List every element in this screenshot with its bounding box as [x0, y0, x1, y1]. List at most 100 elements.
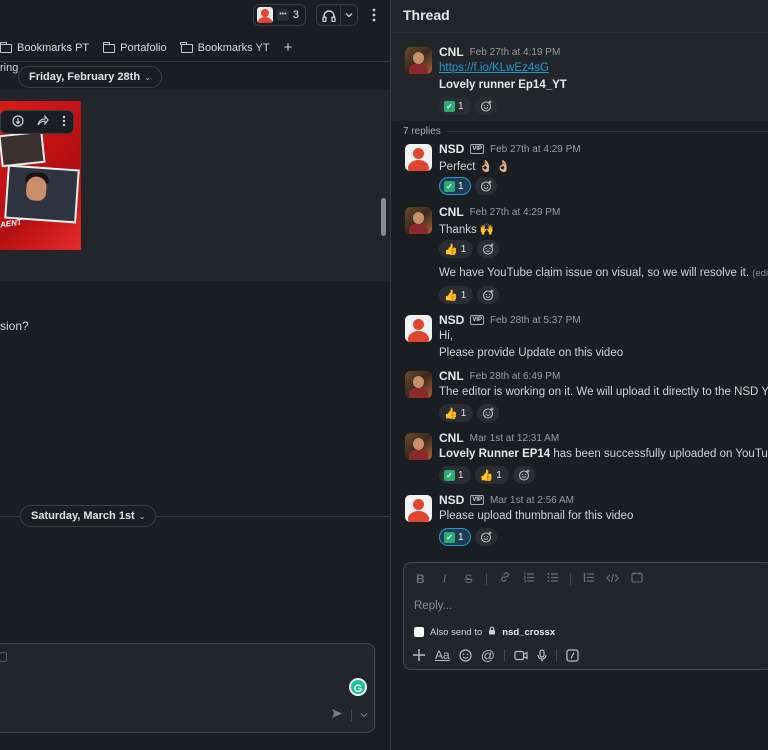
- header-divider: [0, 61, 390, 62]
- mention-icon[interactable]: @: [481, 647, 495, 663]
- reply-input[interactable]: Reply...: [414, 600, 452, 612]
- author-name[interactable]: NSD: [439, 142, 464, 156]
- reaction-thumbs-up[interactable]: 👍 1: [439, 404, 474, 422]
- microphone-icon[interactable]: [537, 647, 547, 663]
- bold-icon[interactable]: B: [414, 572, 427, 586]
- reaction-thumbs-up[interactable]: 👍 1: [439, 286, 474, 304]
- grammarly-icon[interactable]: G: [349, 678, 367, 696]
- bookmark-pt[interactable]: Bookmarks PT: [0, 42, 89, 54]
- reaction-check[interactable]: ✓ 1: [439, 177, 471, 195]
- thumbs-up-icon: 👍: [444, 243, 458, 256]
- edited-label: (edited): [752, 268, 768, 279]
- timestamp[interactable]: Mar 1st at 12:31 AM: [470, 433, 560, 444]
- timestamp[interactable]: Feb 27th at 4:19 PM: [470, 47, 561, 58]
- more-vertical-icon[interactable]: [62, 115, 66, 130]
- more-vertical-icon[interactable]: [368, 5, 380, 25]
- author-name[interactable]: CNL: [439, 45, 464, 59]
- composer-toolbar: Aa @: [412, 647, 579, 663]
- author-name[interactable]: CNL: [439, 369, 464, 383]
- author-name[interactable]: CNL: [439, 431, 464, 445]
- folder-icon: [180, 42, 193, 53]
- headphones-icon[interactable]: [317, 5, 341, 25]
- timestamp[interactable]: Feb 28th at 6:49 PM: [470, 371, 561, 382]
- members-button[interactable]: ••• 3: [252, 4, 306, 26]
- timestamp[interactable]: Feb 27th at 4:29 PM: [470, 207, 561, 218]
- link-icon[interactable]: [498, 571, 511, 586]
- add-reaction-icon[interactable]: [477, 404, 500, 422]
- thumbs-up-icon: 👍: [444, 289, 458, 302]
- plus-icon[interactable]: [412, 647, 426, 663]
- date-divider-mar-1[interactable]: Saturday, March 1st ⌄: [20, 505, 157, 527]
- chevron-down-icon: ⌄: [138, 511, 146, 521]
- add-reaction-icon[interactable]: [474, 528, 497, 546]
- strikethrough-icon[interactable]: S: [462, 572, 475, 586]
- avatar[interactable]: [405, 433, 432, 460]
- share-icon[interactable]: [37, 114, 49, 129]
- timestamp[interactable]: Feb 27th at 4:29 PM: [490, 144, 581, 155]
- avatar[interactable]: [405, 371, 432, 398]
- folder-icon: [102, 42, 116, 53]
- emoji-icon[interactable]: [459, 647, 472, 663]
- bookmarks-bar: Bookmarks PT Portafolio Bookmarks YT +: [0, 40, 292, 56]
- also-send-checkbox[interactable]: [414, 627, 424, 637]
- download-icon[interactable]: [12, 114, 24, 130]
- blockquote-icon[interactable]: [582, 572, 595, 586]
- bulleted-list-icon[interactable]: [546, 572, 559, 586]
- code-icon[interactable]: [606, 572, 619, 586]
- send-icon[interactable]: [331, 708, 343, 722]
- italic-icon[interactable]: I: [438, 571, 451, 586]
- message-composer[interactable]: [0, 643, 375, 733]
- message-header: CNL Feb 28th at 6:49 PM: [439, 369, 560, 383]
- date-divider-feb-28[interactable]: Friday, February 28th ⌄: [18, 66, 162, 88]
- timestamp[interactable]: Feb 28th at 5:37 PM: [490, 315, 581, 326]
- avatar[interactable]: [405, 495, 432, 522]
- reactions: 👍 1: [439, 286, 500, 304]
- reaction-check[interactable]: ✓ 1: [439, 466, 471, 484]
- reaction-check[interactable]: ✓ 1: [439, 528, 471, 546]
- reaction-thumbs-up[interactable]: 👍 1: [474, 466, 509, 484]
- numbered-list-icon[interactable]: [522, 572, 535, 586]
- add-reaction-icon[interactable]: [477, 240, 500, 258]
- timestamp[interactable]: Mar 1st at 2:56 AM: [490, 495, 574, 506]
- avatar[interactable]: [405, 47, 432, 74]
- also-send-option[interactable]: Also send to nsd_crossx: [414, 626, 555, 638]
- formatting-toggle-icon[interactable]: Aa: [435, 647, 450, 663]
- vip-badge-icon: VIP: [470, 495, 485, 505]
- thumbnail-photo-2: [4, 164, 80, 224]
- author-name[interactable]: NSD: [439, 313, 464, 327]
- slash-command-icon[interactable]: [566, 647, 579, 663]
- message-text: Perfect 👌🏼 👌🏼: [439, 161, 511, 173]
- add-reaction-icon[interactable]: [477, 286, 500, 304]
- bookmark-portafolio[interactable]: Portafolio: [102, 42, 167, 54]
- add-reaction-icon[interactable]: [474, 177, 497, 195]
- avatar[interactable]: [405, 144, 432, 171]
- chevron-down-icon[interactable]: [360, 709, 368, 721]
- message-text: Please provide Update on this video: [439, 347, 624, 359]
- code-block-icon[interactable]: [630, 571, 643, 586]
- message-link[interactable]: https://f.io/KLwEz4sG: [439, 62, 549, 74]
- add-reaction-icon[interactable]: [512, 466, 535, 484]
- channel-pane: ••• 3 Bookmarks PT Portafolio Bookmarks …: [0, 0, 390, 750]
- author-name[interactable]: CNL: [439, 205, 464, 219]
- member-count: 3: [292, 9, 299, 21]
- avatar[interactable]: [405, 207, 432, 234]
- huddle-button-group: [316, 4, 358, 26]
- attachment-icon: [0, 652, 7, 662]
- video-icon[interactable]: [514, 647, 528, 663]
- message-text: The editor is working on it. We will upl…: [439, 386, 768, 398]
- add-bookmark-icon[interactable]: +: [284, 40, 293, 55]
- add-reaction-icon[interactable]: [474, 97, 497, 115]
- image-actions: [0, 110, 74, 134]
- replies-count: 7 replies: [403, 126, 441, 137]
- reaction-check[interactable]: ✓ 1: [439, 97, 471, 115]
- vip-badge-icon: VIP: [470, 144, 485, 154]
- reaction-thumbs-up[interactable]: 👍 1: [439, 240, 474, 258]
- scrollbar-thumb[interactable]: [381, 198, 386, 236]
- author-name[interactable]: NSD: [439, 493, 464, 507]
- bookmark-yt[interactable]: Bookmarks YT: [180, 42, 270, 54]
- avatar[interactable]: [405, 315, 432, 342]
- thumbnail-photo-1: [0, 130, 46, 168]
- message-header: NSD VIP Feb 27th at 4:29 PM: [439, 142, 581, 156]
- thread-title: Thread: [403, 7, 450, 23]
- chevron-down-icon[interactable]: [341, 5, 357, 25]
